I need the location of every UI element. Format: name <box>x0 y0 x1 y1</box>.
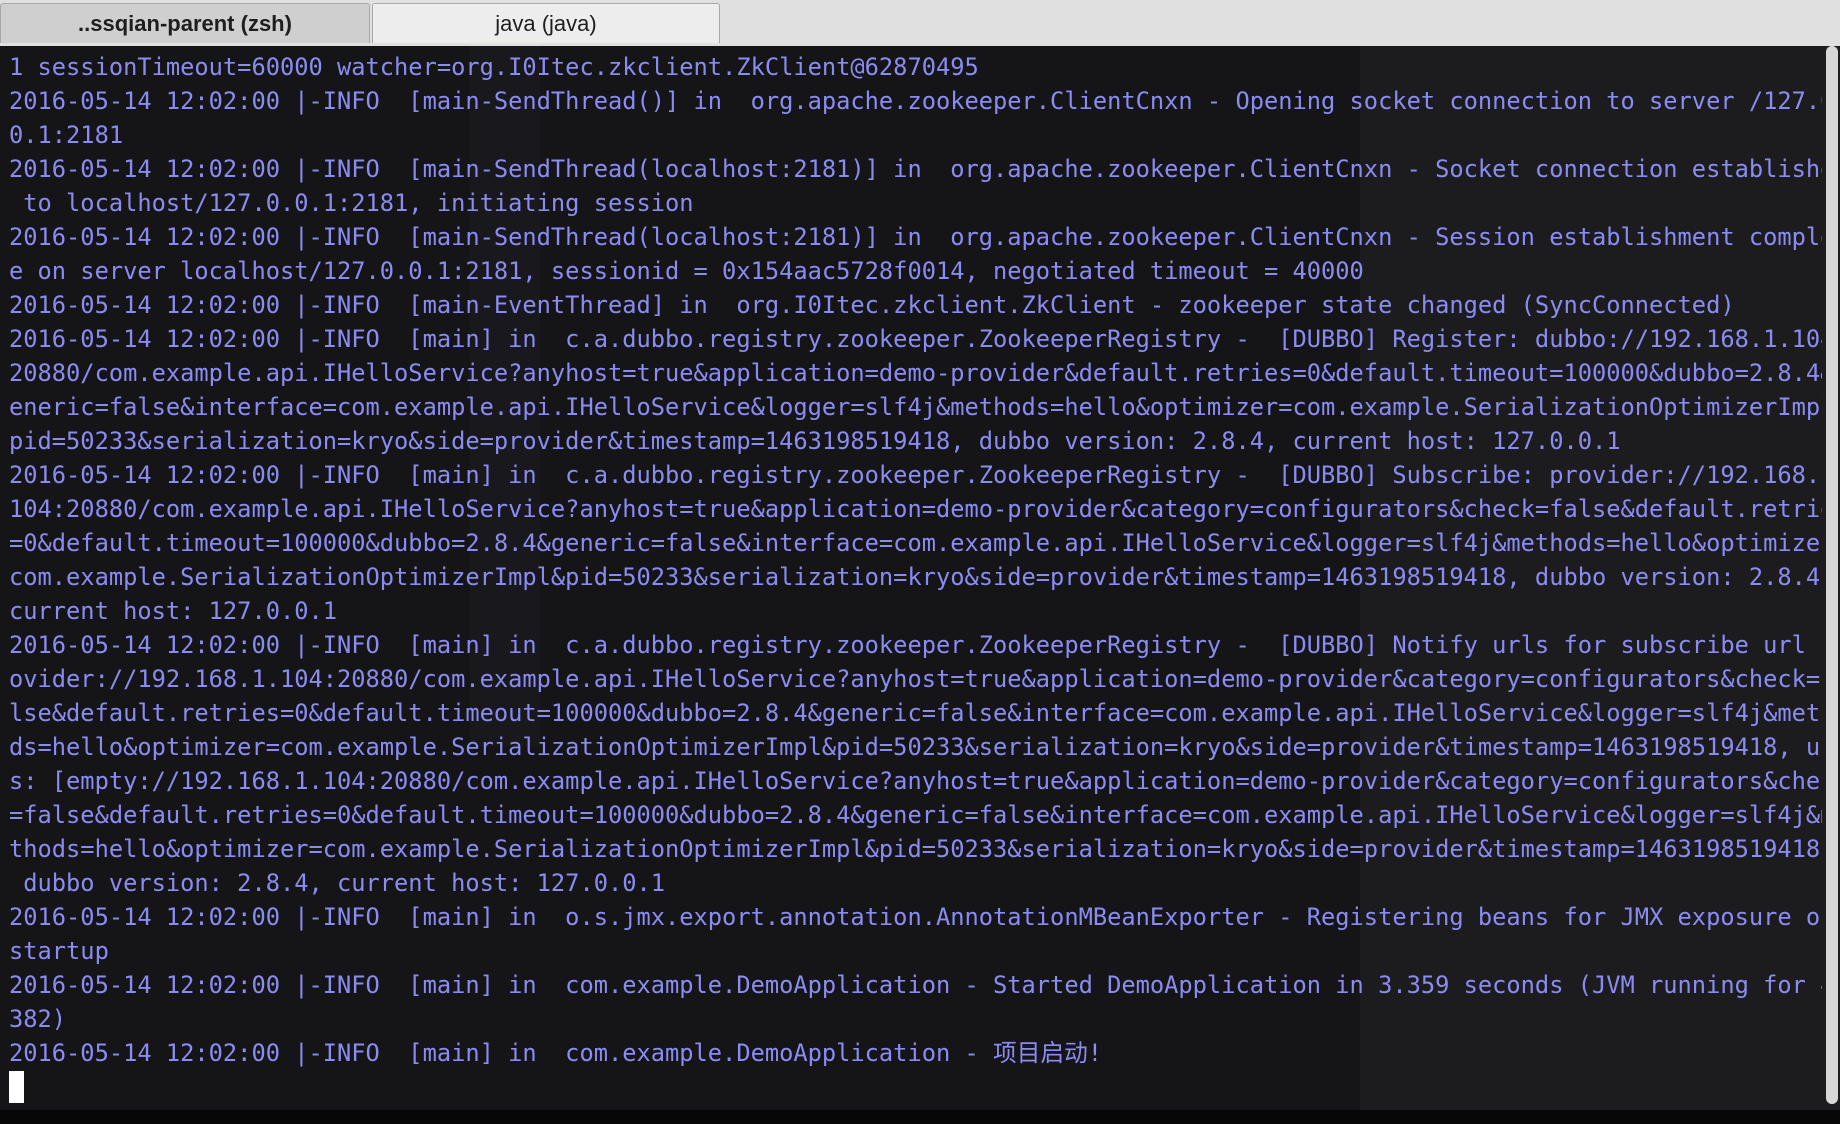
terminal-line: 0.1:2181 <box>9 121 124 149</box>
terminal-line: 104:20880/com.example.api.IHelloService?… <box>9 495 1822 523</box>
terminal-line: 2016-05-14 12:02:00 |-INFO [main] in com… <box>9 1039 1103 1067</box>
terminal-line: 382) <box>9 1005 67 1033</box>
terminal-line: thods=hello&optimizer=com.example.Serial… <box>9 835 1822 863</box>
terminal-log: 1 sessionTimeout=60000 watcher=org.I0Ite… <box>9 50 1822 1104</box>
terminal-line: 2016-05-14 12:02:00 |-INFO [main-SendThr… <box>9 87 1822 115</box>
window-bottom-edge <box>0 1110 1840 1124</box>
terminal-line: s: [empty://192.168.1.104:20880/com.exam… <box>9 767 1822 795</box>
terminal-line: current host: 127.0.0.1 <box>9 597 338 625</box>
terminal-line: 2016-05-14 12:02:00 |-INFO [main-EventTh… <box>9 291 1735 319</box>
terminal-line: com.example.SerializationOptimizerImpl&p… <box>9 563 1822 591</box>
terminal-line: 20880/com.example.api.IHelloService?anyh… <box>9 359 1822 387</box>
terminal-line: ds=hello&optimizer=com.example.Serializa… <box>9 733 1822 761</box>
terminal-cursor-line <box>9 1070 1815 1104</box>
terminal-line: lse&default.retries=0&default.timeout=10… <box>9 699 1822 727</box>
text-cursor <box>9 1070 24 1103</box>
terminal-line: ovider://192.168.1.104:20880/com.example… <box>9 665 1822 693</box>
tab-zsh[interactable]: ..ssqian-parent (zsh) <box>0 3 370 43</box>
terminal-line: to localhost/127.0.0.1:2181, initiating … <box>9 189 694 217</box>
terminal-line: 2016-05-14 12:02:00 |-INFO [main] in c.a… <box>9 631 1822 659</box>
scrollbar-thumb[interactable] <box>1826 46 1838 1104</box>
tab-label: ..ssqian-parent (zsh) <box>78 10 292 36</box>
terminal-line: 2016-05-14 12:02:00 |-INFO [main] in com… <box>9 971 1822 999</box>
terminal-line: dubbo version: 2.8.4, current host: 127.… <box>9 869 666 897</box>
terminal-line: pid=50233&serialization=kryo&side=provid… <box>9 427 1621 455</box>
terminal-line: 1 sessionTimeout=60000 watcher=org.I0Ite… <box>9 53 979 81</box>
terminal-line: eneric=false&interface=com.example.api.I… <box>9 393 1822 421</box>
terminal-line: 2016-05-14 12:02:00 |-INFO [main] in c.a… <box>9 461 1822 489</box>
tab-label: java (java) <box>495 10 597 36</box>
terminal-line: =false&default.retries=0&default.timeout… <box>9 801 1822 829</box>
tab-java[interactable]: java (java) <box>372 3 720 43</box>
terminal-line: 2016-05-14 12:02:00 |-INFO [main-SendThr… <box>9 155 1822 183</box>
terminal-line: 2016-05-14 12:02:00 |-INFO [main-SendThr… <box>9 223 1822 251</box>
terminal-output-area[interactable]: 1 sessionTimeout=60000 watcher=org.I0Ite… <box>0 46 1822 1110</box>
terminal-line: =0&default.timeout=100000&dubbo=2.8.4&ge… <box>9 529 1822 557</box>
terminal-line: 2016-05-14 12:02:00 |-INFO [main] in o.s… <box>9 903 1822 931</box>
terminal-line: 2016-05-14 12:02:00 |-INFO [main] in c.a… <box>9 325 1822 353</box>
terminal-line: e on server localhost/127.0.0.1:2181, se… <box>9 257 1364 285</box>
tab-bar: ..ssqian-parent (zsh) java (java) <box>0 0 1840 47</box>
terminal-line: startup <box>9 937 109 965</box>
